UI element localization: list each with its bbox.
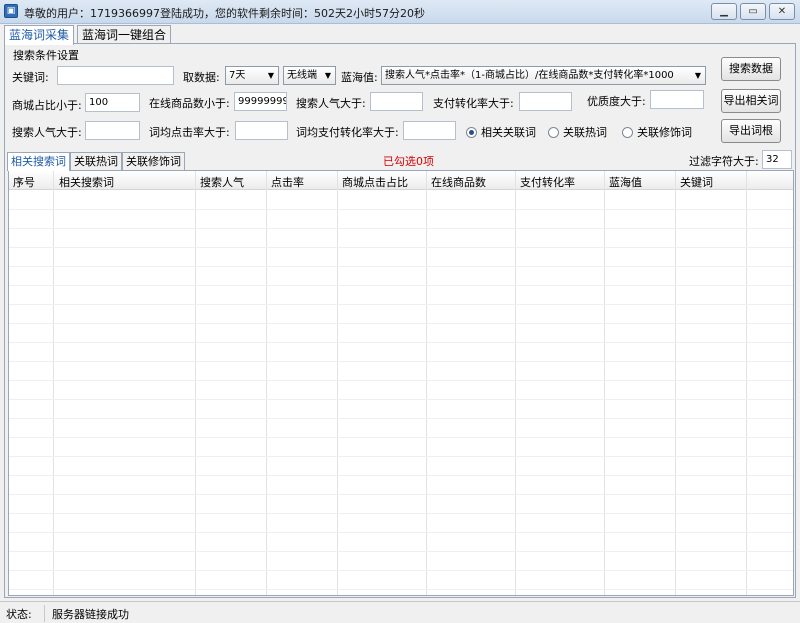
online-goods-label: 在线商品数小于:	[149, 97, 230, 110]
restore-icon[interactable]: ▭	[740, 3, 766, 20]
column-header[interactable]: 序号	[13, 174, 35, 190]
quality-input[interactable]	[650, 90, 704, 109]
word-pay-input[interactable]	[403, 121, 456, 140]
fetch-period-select[interactable]: 7天 ▼	[225, 66, 279, 85]
row-separator	[9, 342, 793, 343]
quality-label: 优质度大于:	[587, 95, 646, 108]
row-separator	[9, 494, 793, 495]
row-separator	[9, 285, 793, 286]
mall-ratio-label: 商城占比小于:	[12, 99, 82, 112]
radio-hot-label: 关联热词	[563, 126, 607, 139]
column-header[interactable]: 关键词	[680, 174, 713, 190]
word-pay-label: 词均支付转化率大于:	[296, 126, 399, 139]
search-pop-label: 搜索人气大于:	[296, 97, 366, 110]
chevron-down-icon: ▼	[267, 71, 274, 80]
row-separator	[9, 304, 793, 305]
device-select[interactable]: 无线端 ▼	[283, 66, 336, 85]
minimize-icon[interactable]: ▁	[711, 3, 737, 20]
selected-count: 已勾选0项	[383, 155, 434, 168]
blue-sea-formula-select[interactable]: 搜索人气*点击率*（1-商城占比）/在线商品数*支付转化率*1000 ▼	[381, 66, 706, 85]
fetch-label: 取数据:	[183, 71, 220, 84]
radio-hot-words[interactable]: 关联热词	[548, 124, 607, 140]
word-click-label: 词均点击率大于:	[149, 126, 230, 139]
row-separator	[9, 361, 793, 362]
search-pop-2-label: 搜索人气大于:	[12, 126, 82, 139]
status-message: 服务器链接成功	[52, 608, 129, 621]
row-separator	[9, 209, 793, 210]
filter-input[interactable]: 32	[762, 150, 792, 169]
title-bar: ▣ 尊敬的用户：1719366997登陆成功，您的软件剩余时间：502天2小时5…	[0, 0, 800, 24]
tab-modifier-words[interactable]: 关联修饰词	[122, 152, 185, 170]
results-table[interactable]: 序号 相关搜索词 搜索人气 点击率 商城点击占比 在线商品数 支付转化率 蓝海值…	[8, 170, 794, 596]
status-bar: 状态: 服务器链接成功	[0, 601, 800, 623]
column-header[interactable]: 在线商品数	[431, 174, 486, 190]
row-separator	[9, 437, 793, 438]
radio-related-words[interactable]: 相关关联词	[466, 124, 536, 140]
tab-blue-sea-collect[interactable]: 蓝海词采集	[4, 25, 75, 45]
search-settings-title: 搜索条件设置	[13, 49, 79, 62]
column-header[interactable]: 相关搜索词	[59, 174, 114, 190]
keyword-label: 关键词:	[12, 71, 49, 84]
row-separator	[9, 589, 793, 590]
column-header[interactable]: 商城点击占比	[342, 174, 408, 190]
row-separator	[9, 380, 793, 381]
row-separator	[9, 247, 793, 248]
online-goods-input[interactable]: 99999999	[234, 92, 287, 111]
tab-blue-sea-combine[interactable]: 蓝海词一键组合	[77, 25, 172, 44]
search-pop-2-input[interactable]	[85, 121, 140, 140]
row-separator	[9, 456, 793, 457]
blue-sea-label: 蓝海值:	[341, 71, 378, 84]
window-title: 尊敬的用户：1719366997登陆成功，您的软件剩余时间：502天2小时57分…	[24, 7, 425, 20]
column-header[interactable]: 点击率	[271, 174, 304, 190]
tab-related-search[interactable]: 相关搜索词	[7, 152, 70, 171]
row-separator	[9, 399, 793, 400]
chevron-down-icon: ▼	[694, 71, 701, 80]
row-separator	[9, 570, 793, 571]
app-icon: ▣	[4, 4, 18, 18]
row-separator	[9, 228, 793, 229]
device-value: 无线端	[287, 70, 317, 81]
radio-related-label: 相关关联词	[481, 126, 536, 139]
keyword-input[interactable]	[57, 66, 174, 85]
word-click-input[interactable]	[235, 121, 288, 140]
row-separator	[9, 551, 793, 552]
export-roots-button[interactable]: 导出词根	[721, 119, 781, 143]
export-related-button[interactable]: 导出相关词	[721, 89, 781, 113]
chevron-down-icon: ▼	[324, 71, 331, 80]
pay-conv-input[interactable]	[519, 92, 572, 111]
fetch-period-value: 7天	[229, 70, 246, 81]
filter-label: 过滤字符大于:	[689, 155, 759, 168]
radio-indicator	[548, 127, 559, 138]
blue-sea-formula-value: 搜索人气*点击率*（1-商城占比）/在线商品数*支付转化率*1000	[385, 70, 674, 81]
row-separator	[9, 418, 793, 419]
close-icon[interactable]: ✕	[769, 3, 795, 20]
column-header[interactable]: 搜索人气	[200, 174, 244, 190]
column-header[interactable]: 支付转化率	[520, 174, 575, 190]
row-separator	[9, 266, 793, 267]
status-divider	[44, 605, 45, 622]
search-data-button[interactable]: 搜索数据	[721, 57, 781, 81]
row-separator	[9, 475, 793, 476]
radio-modifier-words[interactable]: 关联修饰词	[622, 124, 692, 140]
column-header[interactable]: 蓝海值	[609, 174, 642, 190]
radio-modifier-label: 关联修饰词	[637, 126, 692, 139]
row-separator	[9, 532, 793, 533]
status-label: 状态:	[6, 608, 32, 621]
search-pop-input[interactable]	[370, 92, 423, 111]
tab-hot-words[interactable]: 关联热词	[70, 152, 122, 170]
radio-indicator	[466, 127, 477, 138]
mall-ratio-input[interactable]: 100	[85, 93, 140, 112]
row-separator	[9, 323, 793, 324]
pay-conv-label: 支付转化率大于:	[433, 97, 514, 110]
row-separator	[9, 513, 793, 514]
radio-indicator	[622, 127, 633, 138]
